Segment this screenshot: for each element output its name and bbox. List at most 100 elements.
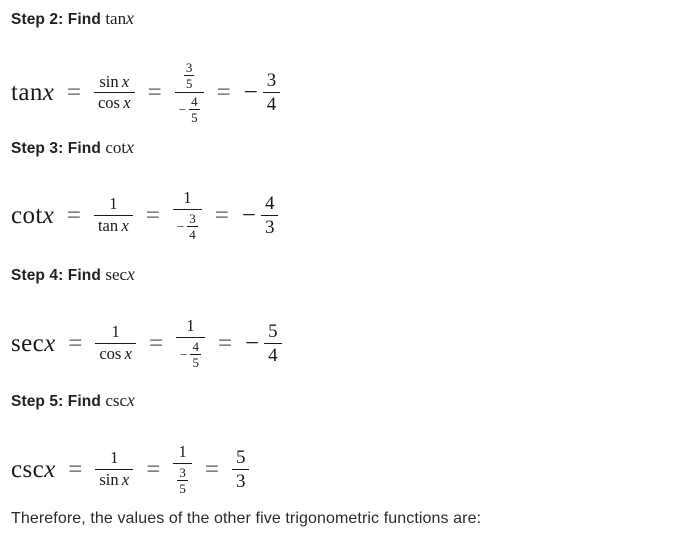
denominator-function: sin [99,469,119,489]
fraction-denominator: tan x [94,215,133,235]
result-minus-sign: − [243,79,258,106]
equals-sign-3: = [204,455,219,483]
equation-tan-lhs-variable: x [42,79,54,106]
nested-fraction-four-fifths: 4 5 [189,95,200,124]
fraction-numerator: 1 [109,194,118,214]
fraction-denominator: cos x [94,93,135,112]
equation-sec-lhs: secx [11,331,55,356]
fraction-one-over-sin: 1 sin x [95,448,134,489]
fraction-denominator: − 4 5 [176,340,205,369]
step-5-heading-text: Step 5: Find [11,393,101,410]
equals-sign-2: = [146,455,161,483]
equals-sign-2: = [148,329,164,357]
minus-sign: − [180,346,188,362]
result-numerator: 5 [268,320,278,342]
result-denominator: 3 [235,470,246,492]
step-3-heading-function: cot [105,138,127,157]
fraction-bar [174,92,204,93]
equals-sign-1: = [66,201,81,229]
denominator-variable: x [121,469,130,489]
fraction-numerator: 1 [110,448,119,468]
step-2-heading: Step 2: Find tanx [11,8,134,28]
fraction-numerator: 1 [186,316,195,335]
fraction-numerator: 1 [178,442,187,461]
result-denominator: 4 [266,94,277,115]
fraction-denominator: sin x [95,469,133,489]
equals-sign-3: = [217,329,233,357]
denominator-function: tan [97,215,119,235]
equals-sign-2: = [145,201,160,229]
equals-sign-2: = [147,79,162,106]
equation-cot-lhs: cotx [11,203,54,228]
minus-sign: − [176,218,185,234]
step-3-heading-text: Step 3: Find [11,140,101,157]
result-fraction-bar [260,214,279,216]
fraction-nested-values: 3 5 − 4 5 [174,61,204,124]
result-fraction: 4 3 [260,194,279,238]
fraction-bar [173,462,192,464]
fraction-nested-values: 1 − 3 4 [172,188,202,241]
step-3-heading-variable: x [126,137,134,157]
step-2-heading-variable: x [126,8,134,28]
nested-denominator: 5 [185,76,193,91]
step-5-heading-function: csc [105,391,128,410]
nested-numerator: 3 [179,464,186,480]
fraction-bar [176,336,205,338]
step-2-heading-function: tan [105,9,127,28]
equation-tan-lhs: tanx [11,80,54,105]
nested-fraction-four-fifths: 4 5 [190,340,201,369]
equals-sign-3: = [216,79,231,106]
nested-fraction-three-quarters: 3 4 [187,212,198,241]
step-2-heading-text: Step 2: Find [11,11,101,28]
step-5-heading-variable: x [127,390,135,410]
result-denominator: 3 [264,216,275,238]
nested-numerator: 3 [185,60,193,75]
minus-sign: − [178,102,187,117]
fraction-nested-values: 1 3 5 [173,442,192,495]
equals-sign-1: = [66,79,81,106]
step-4-heading-function: sec [105,265,128,284]
equation-csc-lhs-function: csc [11,455,45,483]
fraction-denominator: 3 5 [173,466,192,495]
math-solution-page: Step 2: Find tanx tanx = sin x cos x = 3… [0,0,679,543]
nested-numerator: 4 [191,94,198,109]
equation-csc-lhs: cscx [11,457,55,482]
numerator-function: sin [99,71,119,91]
result-fraction-bar [231,468,250,470]
equals-sign-1: = [68,329,83,357]
denominator-function: cos [97,93,120,112]
denominator-variable: x [123,93,131,112]
fraction-denominator: cos x [95,343,136,363]
result-fraction: 3 4 [262,71,281,115]
result-fraction: 5 4 [264,322,282,365]
equation-sec: secx = 1 cos x = 1 − 4 5 = − 5 4 [11,316,282,369]
result-fraction-bar [264,342,282,344]
equals-sign-3: = [214,201,229,229]
step-4-heading-variable: x [127,264,135,284]
fraction-one-over-cos: 1 cos x [95,324,136,362]
fraction-numerator: 3 5 [180,61,199,90]
closing-paragraph: Therefore, the values of the other five … [11,510,482,527]
step-4-heading-text: Step 4: Find [11,267,101,284]
equation-cot: cotx = 1 tan x = 1 − 3 4 = − 4 3 [11,188,279,241]
fraction-denominator: − 3 4 [173,212,202,241]
fraction-sin-over-cos: sin x cos x [93,71,135,112]
negative-nested-fraction: − 3 4 [177,212,198,241]
nested-denominator: 5 [192,354,199,370]
nested-denominator: 5 [191,110,198,125]
nested-numerator: 3 [189,210,196,226]
equals-sign-1: = [68,455,83,483]
equation-cot-lhs-variable: x [42,201,54,229]
step-3-heading: Step 3: Find cotx [11,137,134,157]
denominator-variable: x [124,343,132,363]
step-4-heading: Step 4: Find secx [11,264,135,284]
fraction-denominator: − 4 5 [175,95,204,124]
result-fraction: 5 3 [231,446,250,492]
result-minus-sign: − [241,201,256,229]
result-fraction-bar [262,92,281,93]
fraction-numerator: 1 [183,188,192,207]
equation-cot-lhs-function: cot [11,201,43,229]
fraction-nested-values: 1 − 4 5 [176,316,205,369]
nested-fraction-three-fifths: 3 5 [177,466,188,495]
result-numerator: 5 [235,446,246,468]
